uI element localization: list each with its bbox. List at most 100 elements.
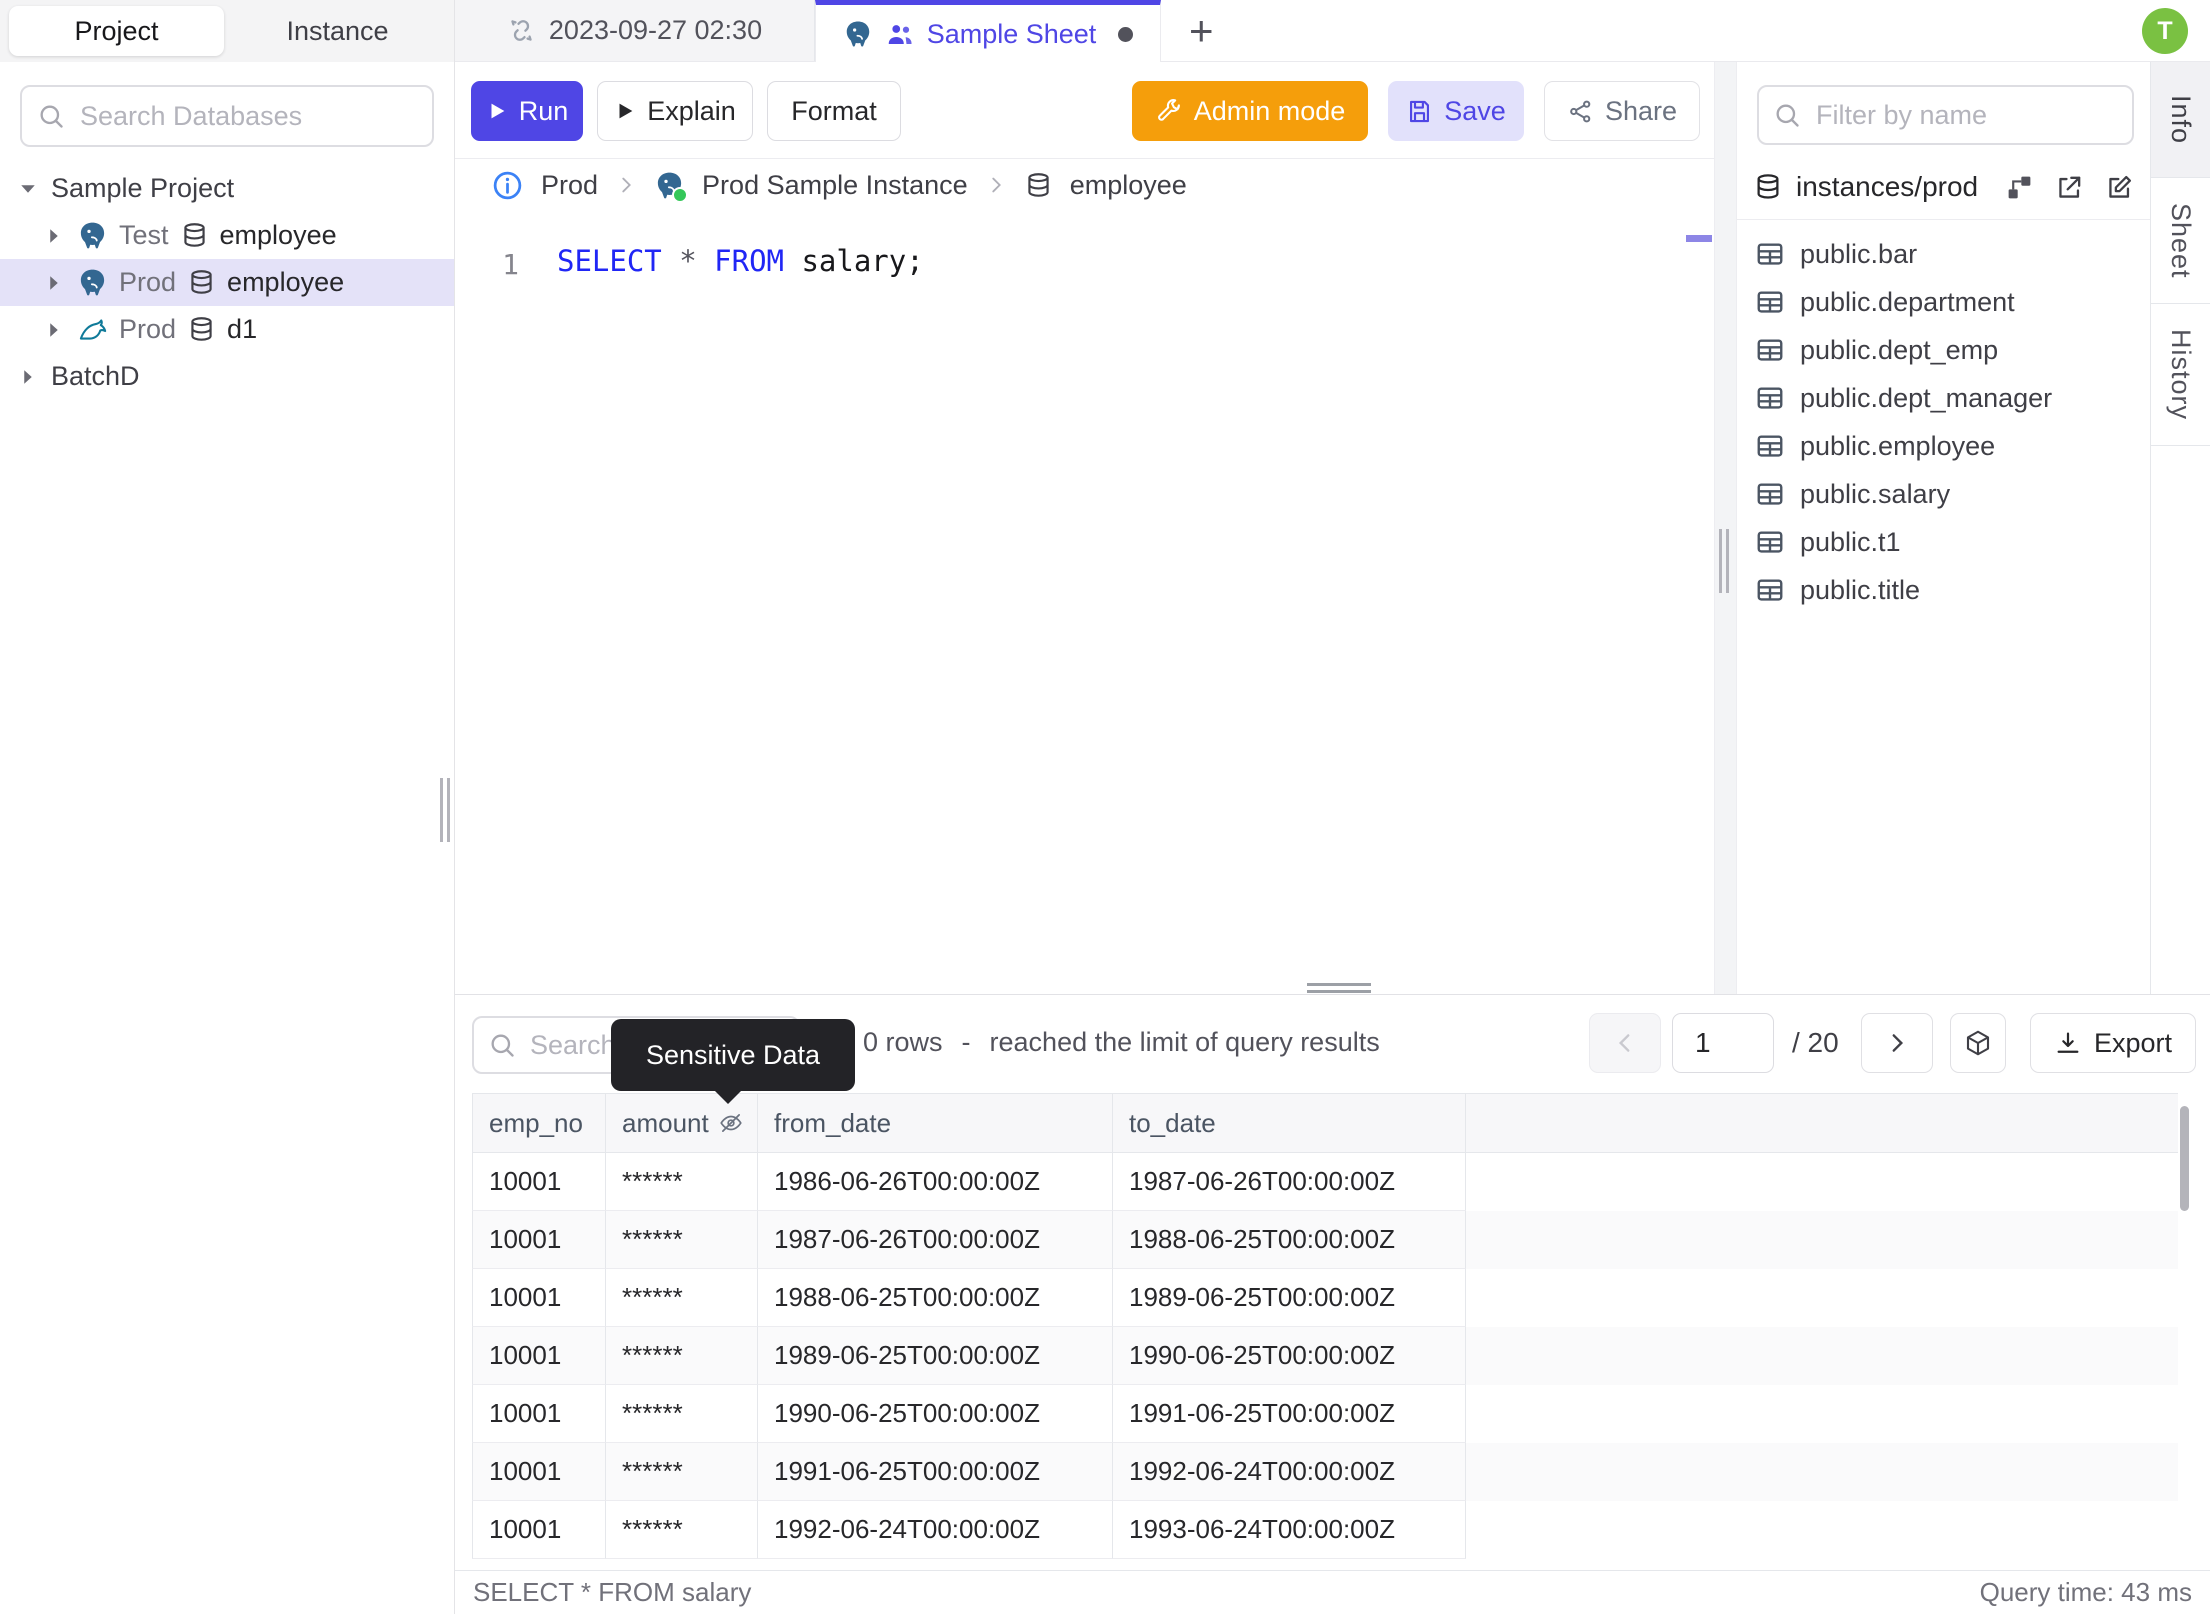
table-row[interactable]: 10001 ****** 1987-06-26T00:00:00Z 1988-0… [472,1211,2178,1269]
breadcrumb-instance[interactable]: Prod Sample Instance [702,170,968,201]
format-button[interactable]: Format [767,81,901,141]
tab-saved-sheet[interactable]: 2023-09-27 02:30 [455,0,815,61]
table-row[interactable]: 10001 ****** 1991-06-25T00:00:00Z 1992-0… [472,1443,2178,1501]
cell-to-date[interactable]: 1992-06-24T00:00:00Z [1113,1443,1466,1501]
tree-item-prod-d1[interactable]: Prod d1 [0,306,454,353]
cell-to-date[interactable]: 1991-06-25T00:00:00Z [1113,1385,1466,1443]
cell-amount-masked[interactable]: ****** [606,1385,758,1443]
info-icon[interactable] [491,169,524,202]
cell-emp-no[interactable]: 10001 [472,1327,606,1385]
table-list-item[interactable]: public.t1 [1737,518,2150,566]
table-list-item[interactable]: public.employee [1737,422,2150,470]
code-line[interactable]: SELECT * FROM salary; [557,244,924,278]
cell-amount-masked[interactable]: ****** [606,1211,758,1269]
cell-amount-masked[interactable]: ****** [606,1153,758,1211]
table-icon [1757,243,1783,265]
tree-item-batchd[interactable]: BatchD [0,353,454,400]
new-tab-button[interactable]: + [1189,9,1214,52]
caret-right-icon[interactable] [16,365,40,389]
column-header-to-date[interactable]: to_date [1113,1094,1466,1152]
cell-amount-masked[interactable]: ****** [606,1327,758,1385]
table-row[interactable]: 10001 ****** 1986-06-26T00:00:00Z 1987-0… [472,1153,2178,1211]
column-header-from-date[interactable]: from_date [758,1094,1113,1152]
table-row[interactable]: 10001 ****** 1989-06-25T00:00:00Z 1990-0… [472,1327,2178,1385]
table-list-item[interactable]: public.bar [1737,230,2150,278]
export-button[interactable]: Export [2030,1013,2196,1073]
table-row[interactable]: 10001 ****** 1990-06-25T00:00:00Z 1991-0… [472,1385,2178,1443]
schema-diagram-icon[interactable] [2005,173,2034,202]
cell-to-date[interactable]: 1988-06-25T00:00:00Z [1113,1211,1466,1269]
cell-emp-no[interactable]: 10001 [472,1501,606,1559]
avatar[interactable]: T [2142,8,2188,54]
breadcrumb-database[interactable]: employee [1070,170,1187,201]
postgres-icon [80,222,105,249]
panel-resize-divider[interactable] [1714,62,1737,994]
sidebar-resize-handle[interactable] [440,778,450,842]
unlink-icon [511,20,532,41]
explain-button[interactable]: Explain [597,81,753,141]
table-list-item[interactable]: public.dept_emp [1737,326,2150,374]
caret-down-icon[interactable] [16,177,40,201]
share-button[interactable]: Share [1544,81,1700,141]
caret-right-icon[interactable] [42,224,66,248]
table-list-item[interactable]: public.title [1737,566,2150,614]
prev-page-button[interactable] [1589,1013,1661,1073]
cell-from-date[interactable]: 1990-06-25T00:00:00Z [758,1385,1113,1443]
run-button[interactable]: Run [471,81,583,141]
cell-from-date[interactable]: 1986-06-26T00:00:00Z [758,1153,1113,1211]
page-number-input[interactable] [1672,1013,1774,1073]
filter-by-name-input[interactable] [1814,98,2118,132]
edit-icon[interactable] [2105,173,2134,202]
cell-emp-no[interactable]: 10001 [472,1443,606,1501]
cell-amount-masked[interactable]: ****** [606,1269,758,1327]
results-scrollbar-thumb[interactable] [2180,1106,2189,1211]
table-row[interactable]: 10001 ****** 1992-06-24T00:00:00Z 1993-0… [472,1501,2178,1559]
save-button[interactable]: Save [1388,81,1524,141]
cell-from-date[interactable]: 1987-06-26T00:00:00Z [758,1211,1113,1269]
tab-sample-sheet-active[interactable]: Sample Sheet [815,0,1161,63]
table-row[interactable]: 10001 ****** 1988-06-25T00:00:00Z 1989-0… [472,1269,2178,1327]
results-resize-handle[interactable] [1307,983,1371,993]
tree-item-sample-project[interactable]: Sample Project [0,165,454,212]
cell-amount-masked[interactable]: ****** [606,1501,758,1559]
table-list-item[interactable]: public.dept_manager [1737,374,2150,422]
search-databases-input[interactable] [78,99,436,133]
batch-query-button[interactable] [1950,1013,2006,1073]
caret-right-icon[interactable] [42,271,66,295]
cell-from-date[interactable]: 1988-06-25T00:00:00Z [758,1269,1113,1327]
breadcrumb-env[interactable]: Prod [541,170,598,201]
cell-amount-masked[interactable]: ****** [606,1443,758,1501]
tab-sheet[interactable]: Sheet [2151,178,2210,304]
cell-emp-no[interactable]: 10001 [472,1153,606,1211]
tree-item-prod-employee[interactable]: Prod employee [0,259,454,306]
next-page-button[interactable] [1861,1013,1933,1073]
panel-resize-handle[interactable] [1719,529,1729,593]
cell-emp-no[interactable]: 10001 [472,1385,606,1443]
limit-note: reached the limit of query results [989,1027,1380,1057]
cell-from-date[interactable]: 1991-06-25T00:00:00Z [758,1443,1113,1501]
tab-history[interactable]: History [2151,304,2210,446]
table-list-item[interactable]: public.department [1737,278,2150,326]
cell-from-date[interactable]: 1992-06-24T00:00:00Z [758,1501,1113,1559]
tree-item-test-employee[interactable]: Test employee [0,212,454,259]
cell-to-date[interactable]: 1989-06-25T00:00:00Z [1113,1269,1466,1327]
column-header-emp-no[interactable]: emp_no [472,1094,606,1152]
cell-emp-no[interactable]: 10001 [472,1269,606,1327]
table-list-item[interactable]: public.salary [1737,470,2150,518]
cell-to-date[interactable]: 1993-06-24T00:00:00Z [1113,1501,1466,1559]
schema-panel: instances/prod public.bar public.departm… [1737,62,2150,994]
admin-mode-button[interactable]: Admin mode [1132,81,1368,141]
share-label: Share [1604,95,1678,126]
cell-to-date[interactable]: 1990-06-25T00:00:00Z [1113,1327,1466,1385]
tab-info[interactable]: Info [2151,62,2210,178]
tab-project[interactable]: Project [9,6,224,56]
tab-instance[interactable]: Instance [230,6,445,56]
external-link-icon[interactable] [2055,173,2084,202]
sql-editor[interactable]: 1 SELECT * FROM salary; [455,211,1714,994]
cell-emp-no[interactable]: 10001 [472,1211,606,1269]
cell-to-date[interactable]: 1987-06-26T00:00:00Z [1113,1153,1466,1211]
sensitive-data-tooltip-label: Sensitive Data [645,1039,821,1070]
caret-right-icon[interactable] [42,318,66,342]
unsaved-dot-icon [1118,26,1134,42]
cell-from-date[interactable]: 1989-06-25T00:00:00Z [758,1327,1113,1385]
